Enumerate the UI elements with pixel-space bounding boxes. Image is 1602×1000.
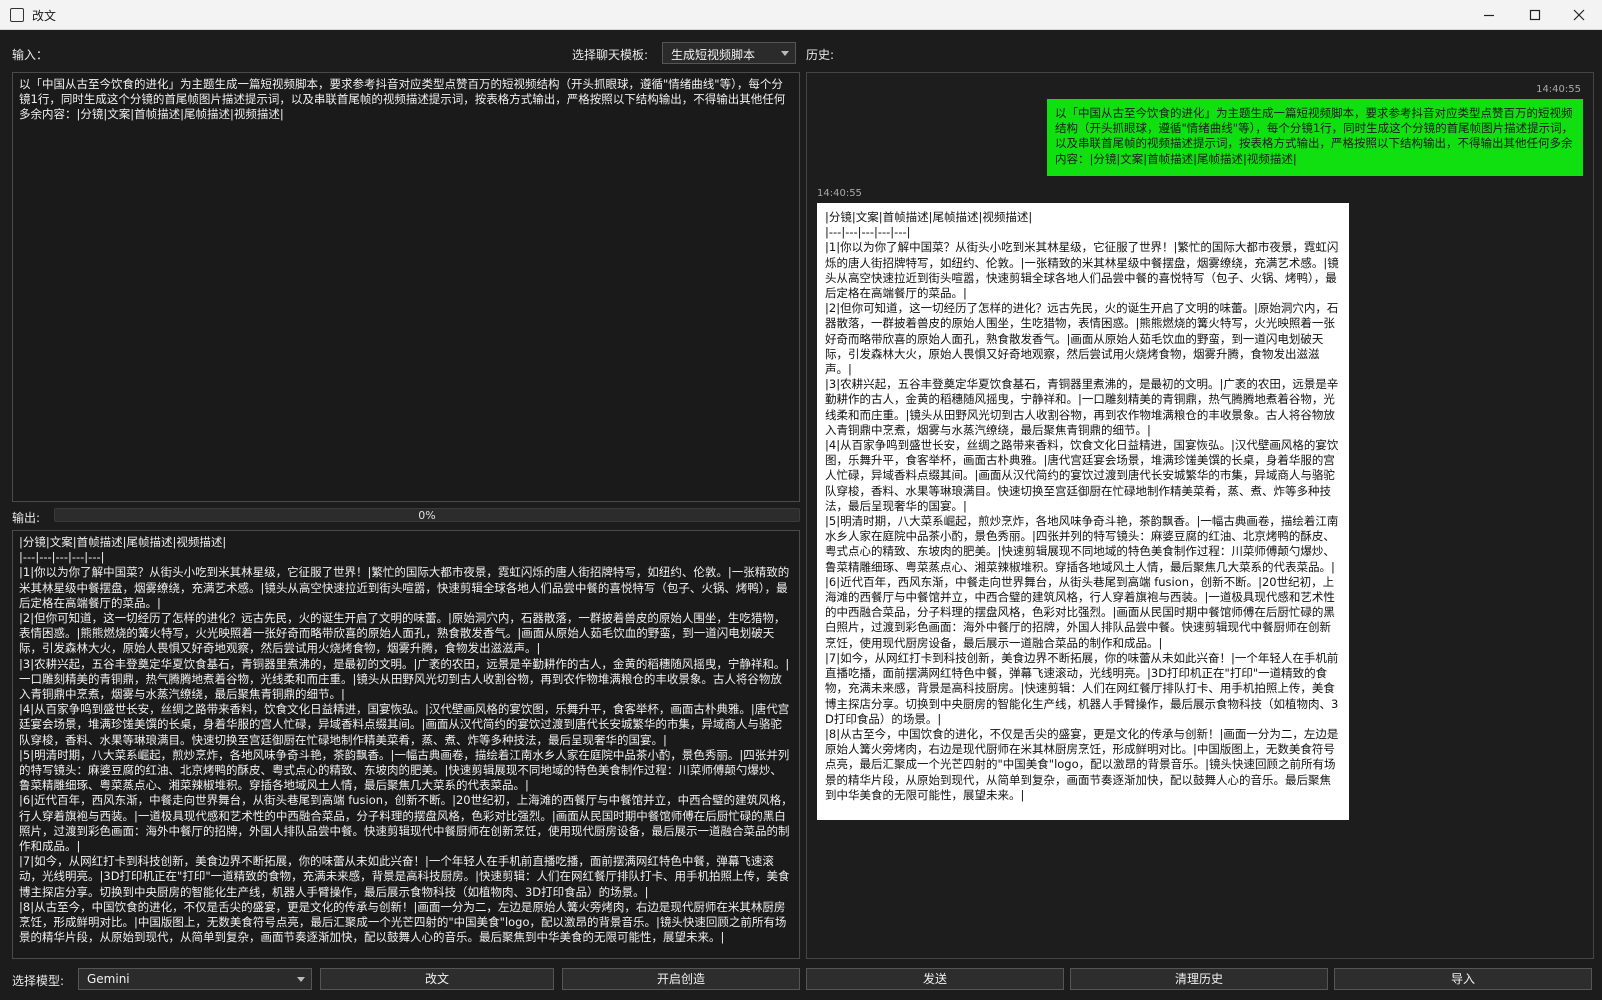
reply-line: |6|近代百年，西风东渐，中餐走向世界舞台，从街头巷尾到高端 fusion，创新… [825,574,1335,650]
reply-line: |5|明清时期，八大菜系崛起，煎炒烹炸，各地风味争奇斗艳，茶韵飘香。|一幅古典画… [825,514,1339,574]
input-label: 输入： [12,48,49,62]
reply-line: |---|---|---|---|---| [825,225,911,240]
reply-line: |7|如今，从网红打卡到科技创新，美食边界不断拓展，你的味蕾从未如此兴奋！|一个… [825,650,1339,726]
history-label: 历史: [806,48,835,62]
reply-line: |4|从百家争鸣到盛世长安，丝绸之路带来香料，饮食文化日益精进，国宴恢弘。|汉代… [825,438,1339,513]
maximize-icon[interactable] [1512,0,1558,30]
model-label: 选择模型: [12,974,65,988]
output-line: |6|近代百年，西风东渐，中餐走向世界舞台，从街头巷尾到高端 fusion，创新… [19,793,793,854]
input-textarea[interactable]: 以「中国从古至今饮食的进化」为主题生成一篇短视频脚本，要求参考抖音对应类型点赞百… [12,72,800,502]
output-textarea[interactable]: |分镜|文案|首帧描述|尾帧描述|视频描述| |---|---|---|---|… [12,530,800,959]
output-line: |1|你以为你了解中国菜？从街头小吃到米其林星级，它征服了世界！|繁忙的国际大都… [19,565,790,610]
import-button[interactable]: 导入 [1334,968,1592,990]
output-line: |3|农耕兴起，五谷丰登奠定华夏饮食基石，青铜器里煮沸的，是最初的文明。|广袤的… [19,656,790,702]
chevron-down-icon [781,51,789,56]
output-line: |8|从古至今，中国饮食的进化，不仅是舌尖的盛宴，更是文化的传承与创新！|画面一… [19,899,787,945]
output-line: |2|但你可知道，这一切经历了怎样的进化？远古先民，火的诞生开启了文明的味蕾。|… [19,611,786,656]
progress-percent: 0% [418,509,436,522]
reply-message-time: 14:40:55 [817,188,862,199]
output-label: 输出: [12,511,41,525]
close-icon[interactable] [1556,0,1602,30]
user-message-text: 以「中国从古至今饮食的进化」为主题生成一篇短视频脚本，要求参考抖音对应类型点赞百… [1055,106,1574,166]
template-select-value: 生成短视频脚本 [671,48,756,62]
reply-line: |1|你以为你了解中国菜？从街头小吃到米其林星级，它征服了世界！|繁忙的国际大都… [825,240,1339,301]
output-line: |---|---|---|---|---| [19,550,105,565]
rewrite-button[interactable]: 改文 [320,968,554,990]
reply-line: |2|但你可知道，这一切经历了怎样的进化？远古先民，火的诞生开启了文明的味蕾。|… [825,301,1339,377]
create-button[interactable]: 开启创造 [562,968,800,990]
chevron-down-icon [297,977,305,982]
send-button[interactable]: 发送 [806,968,1064,990]
history-panel[interactable]: 14:40:55 以「中国从古至今饮食的进化」为主题生成一篇短视频脚本，要求参考… [806,72,1594,959]
reply-line: |8|从古至今，中国饮食的进化，不仅是舌尖的盛宴，更是文化的传承与创新！|画面一… [825,726,1339,802]
model-select-value: Gemini [87,972,130,986]
window-title: 改文 [32,9,57,23]
reply-line: |分镜|文案|首帧描述|尾帧描述|视频描述| [825,210,1033,224]
app-icon [10,8,24,22]
output-line: |5|明清时期，八大菜系崛起，煎炒烹炸，各地风味争奇斗艳，茶韵飘香。|一幅古典画… [19,747,790,793]
reply-message-bubble: |分镜|文案|首帧描述|尾帧描述|视频描述| |---|---|---|---|… [817,203,1349,820]
model-select[interactable]: Gemini [78,968,312,990]
template-label: 选择聊天模板: [572,48,649,62]
template-select[interactable]: 生成短视频脚本 [662,42,796,64]
user-message-bubble: 以「中国从古至今饮食的进化」为主题生成一篇短视频脚本，要求参考抖音对应类型点赞百… [1047,99,1583,176]
output-line: |4|从百家争鸣到盛世长安，丝绸之路带来香料，饮食文化日益精进，国宴恢弘。|汉代… [19,702,790,747]
minimize-icon[interactable] [1466,0,1512,30]
clear-history-button[interactable]: 清理历史 [1070,968,1328,990]
reply-line: |3|农耕兴起，五谷丰登奠定华夏饮食基石，青铜器里煮沸的，是最初的文明。|广袤的… [825,377,1339,437]
output-line: |分镜|文案|首帧描述|尾帧描述|视频描述| [19,535,227,549]
title-bar: 改文 [0,0,1602,30]
user-message-time: 14:40:55 [1536,84,1581,95]
progress-bar: 0% [54,508,800,522]
input-text: 以「中国从古至今饮食的进化」为主题生成一篇短视频脚本，要求参考抖音对应类型点赞百… [19,77,786,122]
output-line: |7|如今，从网红打卡到科技创新，美食边界不断拓展，你的味蕾从未如此兴奋！|一个… [19,854,790,899]
